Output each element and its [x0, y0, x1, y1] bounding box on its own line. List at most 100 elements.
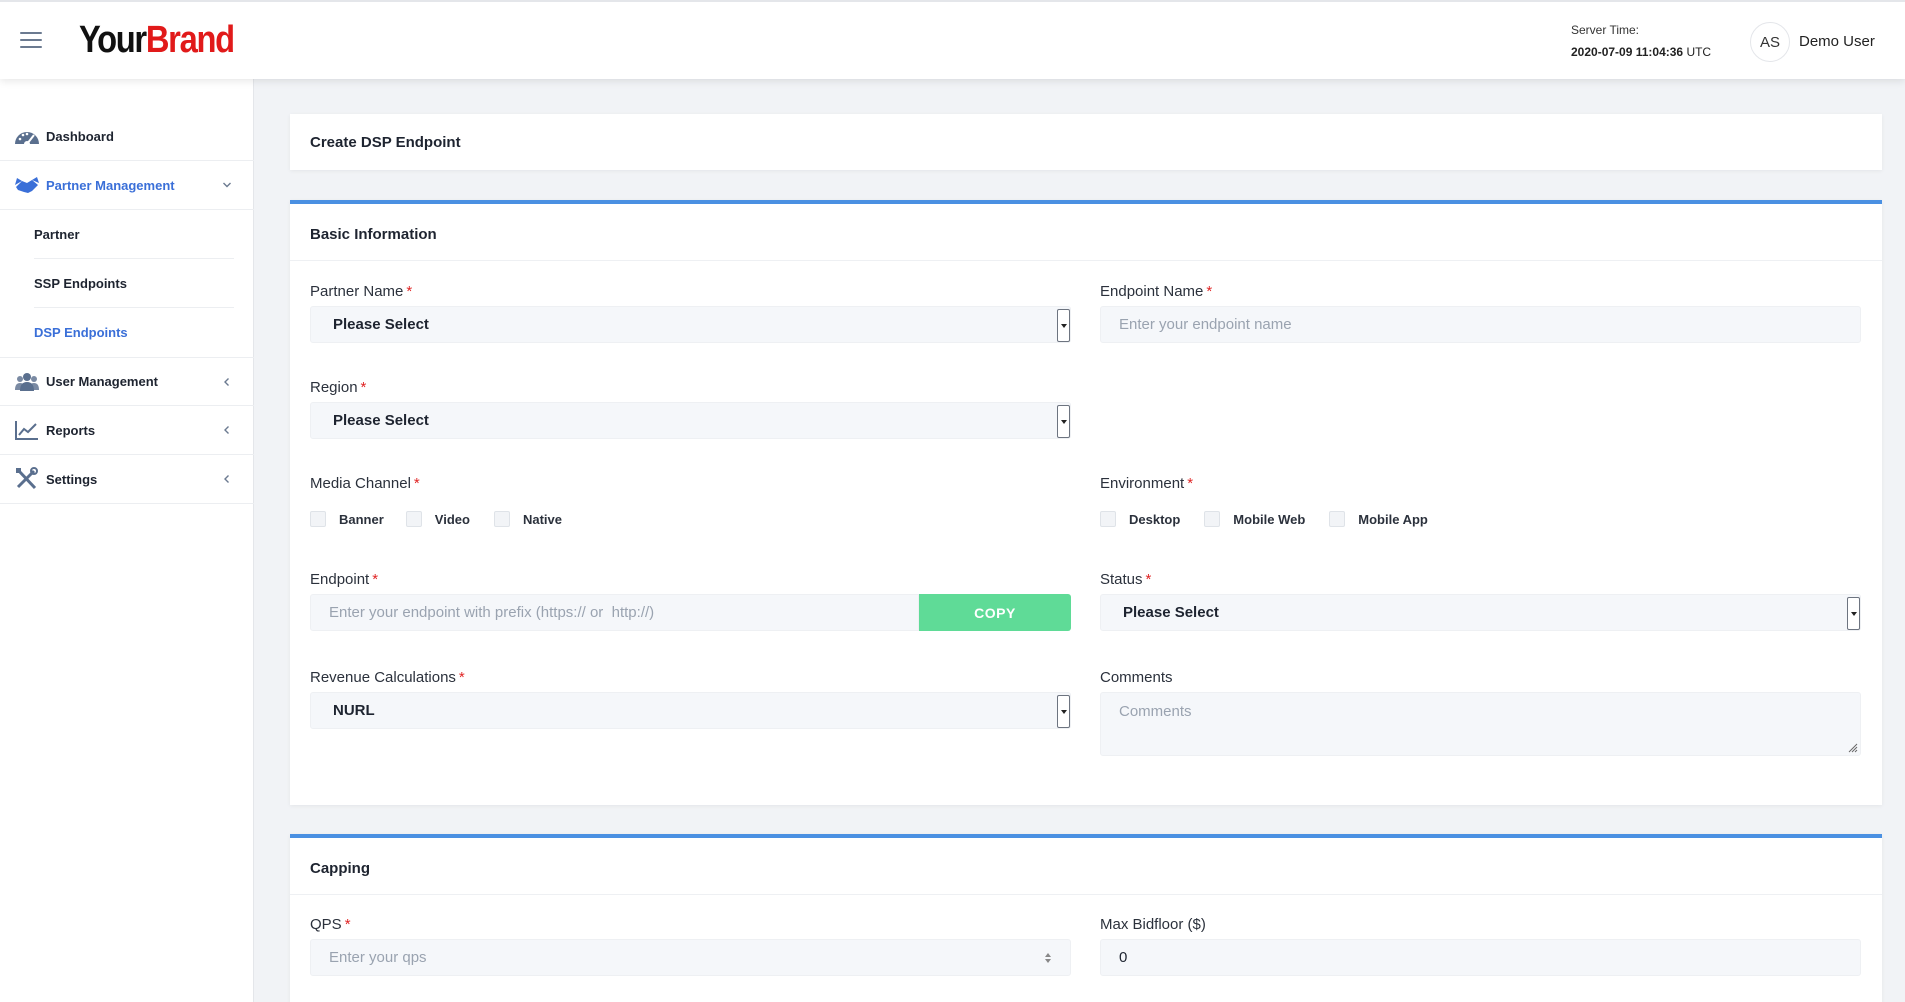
chart-line-icon — [15, 421, 38, 440]
max-bidfloor-input[interactable]: 0 — [1100, 939, 1861, 976]
sidebar-subitem-label: DSP Endpoints — [34, 325, 128, 340]
checkbox-box[interactable] — [1329, 511, 1346, 527]
avatar[interactable]: AS — [1750, 22, 1790, 62]
users-icon — [15, 372, 39, 391]
select-value: Please Select — [333, 316, 429, 333]
field-label-text: Region — [310, 379, 358, 396]
field-label-text: Revenue Calculations — [310, 669, 456, 686]
sidebar-item-label: Reports — [46, 422, 96, 438]
select-value: Please Select — [1123, 604, 1219, 621]
sidebar-item-settings[interactable]: Settings — [0, 455, 254, 504]
user-name[interactable]: Demo User — [1799, 33, 1875, 50]
hamburger-menu-icon[interactable] — [20, 32, 42, 48]
section-title: Basic Information — [310, 226, 437, 243]
endpoint-label: Endpoint * — [310, 571, 378, 588]
select-arrow-icon — [1057, 405, 1070, 438]
endpoint-name-label: Endpoint Name * — [1100, 283, 1212, 300]
sidebar-item-reports[interactable]: Reports — [0, 406, 254, 455]
tools-icon — [16, 467, 38, 490]
checkbox-box[interactable] — [310, 511, 326, 527]
required-asterisk: * — [1206, 283, 1213, 300]
field-label-text: Comments — [1100, 669, 1173, 686]
checkbox-label: Mobile App — [1358, 511, 1428, 527]
input-value: 0 — [1119, 949, 1128, 966]
sidebar-subitem-dsp-endpoints[interactable]: DSP Endpoints — [34, 308, 234, 357]
checkbox-label: Video — [434, 511, 470, 527]
checkbox-label: Native — [522, 511, 562, 527]
resize-grip-icon[interactable] — [1847, 742, 1858, 753]
server-time-value: 2020-07-09 11:04:36 UTC — [1571, 44, 1711, 61]
checkbox-box[interactable] — [1100, 511, 1116, 527]
field-label-text: Media Channel — [310, 475, 411, 492]
partner-name-select[interactable]: Please Select — [310, 306, 1071, 343]
chevron-left-icon — [224, 426, 229, 434]
page-title-card: Create DSP Endpoint — [290, 114, 1882, 170]
status-select[interactable]: Please Select — [1100, 594, 1861, 631]
input-placeholder: Enter your endpoint name — [1119, 316, 1292, 333]
input-placeholder: Enter your qps — [329, 949, 427, 966]
field-label-text: Endpoint Name — [1100, 283, 1204, 300]
page-title: Create DSP Endpoint — [310, 134, 461, 151]
logo-text-red: Brand — [145, 19, 235, 61]
number-spinner-icon[interactable] — [1044, 951, 1052, 965]
sidebar-item-label: Dashboard — [46, 128, 114, 144]
status-label: Status * — [1100, 571, 1151, 588]
select-arrow-icon — [1057, 309, 1070, 342]
media-channel-label: Media Channel * — [310, 475, 420, 492]
required-asterisk: * — [1187, 475, 1194, 492]
dashboard-gauge-icon — [15, 132, 39, 147]
sidebar-subitem-label: Partner — [34, 226, 80, 242]
checkbox-label: Desktop — [1129, 511, 1181, 527]
checkbox-mobile-app[interactable]: Mobile App — [1329, 511, 1428, 527]
field-label-text: Environment — [1100, 475, 1185, 492]
qps-input[interactable]: Enter your qps — [310, 939, 1071, 976]
sidebar-item-user-management[interactable]: User Management — [0, 357, 254, 406]
copy-button[interactable]: COPY — [919, 594, 1071, 631]
card-header: Basic Information — [290, 204, 1882, 261]
checkbox-label: Mobile Web — [1233, 511, 1306, 527]
chevron-left-icon — [224, 475, 229, 483]
select-arrow-icon — [1847, 597, 1860, 630]
checkbox-banner[interactable]: Banner — [310, 511, 384, 527]
required-asterisk: * — [413, 475, 420, 492]
sidebar-item-partner-management[interactable]: Partner Management — [0, 161, 254, 210]
capping-card: Capping QPS * Enter your qps Max Bidfloor… — [290, 834, 1882, 1002]
partner-name-label: Partner Name * — [310, 283, 412, 300]
sidebar-item-dashboard[interactable]: Dashboard — [0, 112, 254, 161]
logo-text-dark: Your — [79, 19, 147, 61]
required-asterisk: * — [372, 571, 379, 588]
handshake-icon — [15, 177, 39, 193]
comments-label: Comments — [1100, 669, 1173, 686]
endpoint-url-input[interactable]: Enter your endpoint with prefix (https:/… — [310, 594, 919, 631]
select-value: NURL — [333, 702, 375, 719]
checkbox-native[interactable]: Native — [493, 511, 562, 527]
field-label-text: Partner Name — [310, 283, 404, 300]
chevron-left-icon — [224, 377, 229, 386]
checkbox-box[interactable] — [493, 511, 510, 527]
endpoint-name-input[interactable]: Enter your endpoint name — [1100, 306, 1861, 343]
brand-logo[interactable]: YourBrand — [79, 16, 235, 64]
top-header: YourBrand Server Time: 2020-07-09 11:04:… — [0, 0, 1905, 79]
revenue-calculations-select[interactable]: NURL — [310, 692, 1071, 729]
checkbox-label: Banner — [339, 511, 384, 527]
comments-textarea[interactable]: Comments — [1100, 692, 1861, 756]
sidebar-subitem-ssp-endpoints[interactable]: SSP Endpoints — [34, 259, 234, 308]
sidebar-item-label: User Management — [46, 374, 158, 389]
sidebar-subitem-label: SSP Endpoints — [34, 275, 127, 291]
region-label: Region * — [310, 379, 366, 396]
environment-checkboxes: Desktop Mobile Web Mobile App — [1100, 509, 1452, 529]
checkbox-desktop[interactable]: Desktop — [1100, 511, 1180, 527]
field-label-text: Endpoint — [310, 571, 370, 588]
qps-label: QPS * — [310, 916, 351, 933]
region-select[interactable]: Please Select — [310, 402, 1071, 439]
checkbox-box[interactable] — [1204, 511, 1221, 527]
sidebar-subitem-partner[interactable]: Partner — [34, 210, 234, 259]
checkbox-box[interactable] — [405, 511, 422, 527]
server-time-label: Server Time: — [1571, 23, 1640, 37]
checkbox-mobile-web[interactable]: Mobile Web — [1204, 511, 1305, 527]
required-asterisk: * — [1145, 571, 1152, 588]
checkbox-video[interactable]: Video — [405, 511, 470, 527]
sidebar-item-label: Partner Management — [46, 177, 175, 193]
input-placeholder: Enter your endpoint with prefix (https:/… — [329, 604, 655, 621]
sidebar-item-label: Settings — [46, 471, 98, 487]
